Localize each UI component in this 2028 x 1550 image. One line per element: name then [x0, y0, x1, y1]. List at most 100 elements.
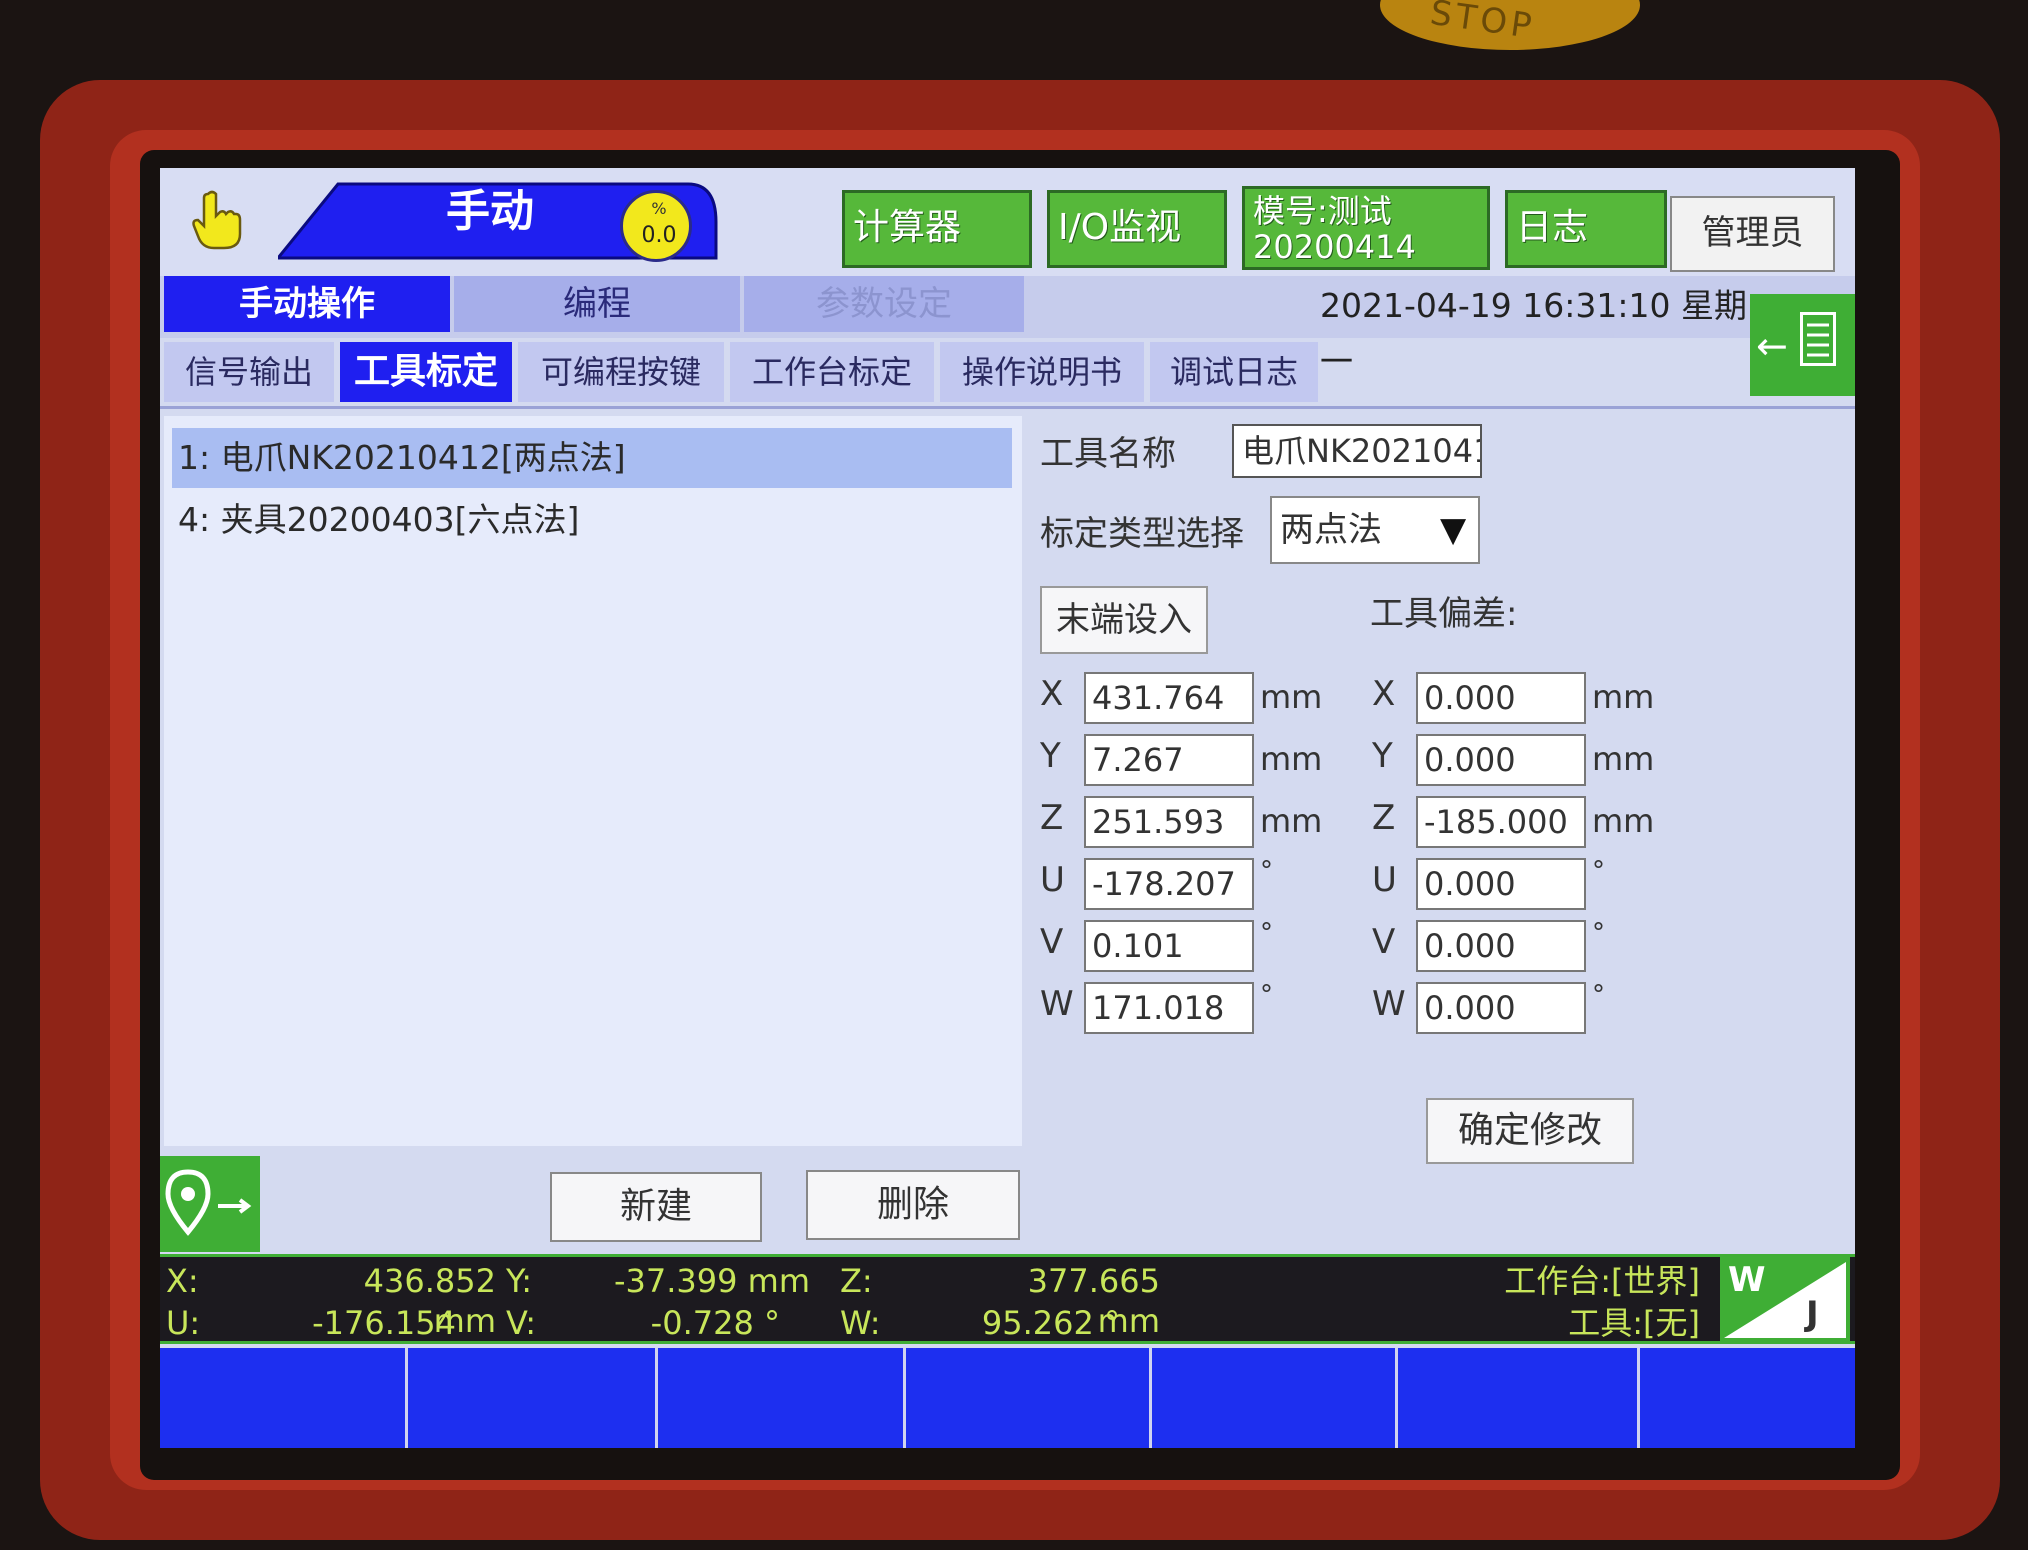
speed-percent-symbol: % [651, 199, 667, 218]
offset-y-label: Y [1372, 736, 1393, 776]
end-z-label: Z [1040, 798, 1064, 838]
subtab-signal-output[interactable]: 信号输出 [164, 342, 334, 402]
io-monitor-button[interactable]: I/O监视 [1047, 190, 1227, 268]
end-x-input[interactable]: 431.764 [1084, 672, 1254, 724]
offset-v-unit: ° [1592, 918, 1605, 948]
offset-z-unit: mm [1592, 802, 1655, 840]
offset-x-label: X [1372, 674, 1396, 714]
dropdown-arrow-icon[interactable]: ▼ [1440, 498, 1466, 562]
soft-key[interactable] [408, 1348, 658, 1448]
offset-u-label: U [1372, 860, 1397, 900]
speed-dial[interactable]: % 0.0 [620, 190, 692, 262]
offset-u-unit: ° [1592, 856, 1605, 886]
hmi-screen: 手动 % 0.0 计算器 I/O监视 模号:测试 20200414 日志 管理员… [160, 168, 1855, 1448]
main-tab-bar: 手动操作 编程 参数设定 2021-04-19 16:31:10 星期一 [160, 276, 1855, 381]
offset-x-unit: mm [1592, 678, 1655, 716]
end-y-unit: mm [1260, 740, 1323, 778]
offset-u-input[interactable]: 0.000 [1416, 858, 1586, 910]
soft-key[interactable] [658, 1348, 906, 1448]
offset-w-unit: ° [1592, 980, 1605, 1010]
offset-w-input[interactable]: 0.000 [1416, 982, 1586, 1034]
end-z-unit: mm [1260, 802, 1323, 840]
end-z-input[interactable]: 251.593 [1084, 796, 1254, 848]
soft-key[interactable] [160, 1348, 408, 1448]
list-item[interactable]: 4: 夹具20200403[六点法] [172, 490, 1012, 550]
frame-toggle[interactable]: W J [1720, 1256, 1850, 1342]
subtab-programmable-keys[interactable]: 可编程按键 [518, 342, 724, 402]
offset-y-input[interactable]: 0.000 [1416, 734, 1586, 786]
tool-offset-label: 工具偏差: [1370, 594, 1518, 634]
end-w-unit: ° [1260, 980, 1273, 1010]
offset-w-label: W [1372, 984, 1406, 1024]
status-v-label: V: [506, 1304, 537, 1342]
end-x-unit: mm [1260, 678, 1323, 716]
soft-key[interactable] [906, 1348, 1152, 1448]
subtab-tool-calibration[interactable]: 工具标定 [340, 342, 512, 402]
admin-button[interactable]: 管理员 [1670, 196, 1835, 272]
subtab-manual-guide[interactable]: 操作说明书 [940, 342, 1144, 402]
joint-frame-label: J [1806, 1294, 1819, 1334]
status-y-value: -37.399 mm [613, 1262, 810, 1300]
side-panel-toggle[interactable]: ← [1750, 294, 1855, 396]
offset-z-input[interactable]: -185.000 [1416, 796, 1586, 848]
status-z-label: Z: [840, 1262, 873, 1300]
tool-name-field[interactable]: 电爪NK20210412 [1232, 424, 1482, 478]
offset-v-input[interactable]: 0.000 [1416, 920, 1586, 972]
model-name: 模号:测试 [1253, 192, 1392, 230]
speed-value: 0.0 [641, 223, 677, 248]
list-item[interactable]: 1: 电爪NK20210412[两点法] [172, 428, 1012, 488]
soft-key[interactable] [1640, 1348, 1855, 1448]
offset-z-label: Z [1372, 798, 1396, 838]
subtab-workbench-calibration[interactable]: 工作台标定 [730, 342, 934, 402]
status-w-value: 95.262 ° [981, 1304, 1120, 1342]
end-w-label: W [1040, 984, 1074, 1024]
tool-name-label: 工具名称 [1040, 434, 1176, 474]
datetime-display: 2021-04-19 16:31:10 星期一 [1320, 286, 1747, 381]
soft-key[interactable] [1398, 1348, 1640, 1448]
soft-key[interactable] [1152, 1348, 1398, 1448]
tab-programming[interactable]: 编程 [454, 276, 740, 332]
end-y-input[interactable]: 7.267 [1084, 734, 1254, 786]
status-v-value: -0.728 ° [650, 1304, 780, 1342]
end-u-input[interactable]: -178.207 [1084, 858, 1254, 910]
back-arrow-icon: ← [1756, 324, 1788, 368]
subtab-debug-log[interactable]: 调试日志 [1150, 342, 1318, 402]
log-button[interactable]: 日志 [1505, 190, 1667, 268]
location-pin-icon[interactable] [160, 1156, 260, 1252]
confirm-modify-button[interactable]: 确定修改 [1426, 1098, 1634, 1164]
offset-y-unit: mm [1592, 740, 1655, 778]
status-w-label: W: [840, 1304, 881, 1342]
end-u-label: U [1040, 860, 1065, 900]
calculator-button[interactable]: 计算器 [842, 190, 1032, 268]
end-w-input[interactable]: 171.018 [1084, 982, 1254, 1034]
offset-v-label: V [1372, 922, 1396, 962]
offset-x-input[interactable]: 0.000 [1416, 672, 1586, 724]
tab-parameter-settings[interactable]: 参数设定 [744, 276, 1024, 332]
soft-key-bar [160, 1348, 1855, 1448]
end-set-button[interactable]: 末端设入 [1040, 586, 1208, 654]
model-date: 20200414 [1253, 228, 1416, 266]
status-x-label: X: [166, 1262, 199, 1300]
tab-manual-operation[interactable]: 手动操作 [164, 276, 450, 332]
sub-tab-bar: 信号输出 工具标定 可编程按键 工作台标定 操作说明书 调试日志 [160, 338, 1720, 406]
status-u-label: U: [166, 1304, 201, 1342]
document-icon [1800, 312, 1836, 366]
position-status-bar: X: 436.852 mm Y: -37.399 mm Z: 377.665 m… [160, 1254, 1855, 1382]
world-frame-label: W [1728, 1260, 1766, 1300]
calibration-type-label: 标定类型选择 [1040, 514, 1244, 554]
tool-status: 工具:[无] [1568, 1304, 1700, 1342]
hand-pointer-icon[interactable] [190, 190, 244, 252]
end-v-unit: ° [1260, 918, 1273, 948]
mode-label: 手动 [446, 186, 534, 237]
model-button[interactable]: 模号:测试 20200414 [1242, 186, 1490, 270]
end-v-label: V [1040, 922, 1064, 962]
end-x-label: X [1040, 674, 1064, 714]
new-tool-button[interactable]: 新建 [550, 1172, 762, 1242]
divider [160, 406, 1855, 409]
end-u-unit: ° [1260, 856, 1273, 886]
end-v-input[interactable]: 0.101 [1084, 920, 1254, 972]
delete-tool-button[interactable]: 删除 [806, 1170, 1020, 1240]
workbench-status: 工作台:[世界] [1504, 1262, 1700, 1300]
tool-list: 1: 电爪NK20210412[两点法] 4: 夹具20200403[六点法] [164, 416, 1022, 1146]
end-y-label: Y [1040, 736, 1061, 776]
